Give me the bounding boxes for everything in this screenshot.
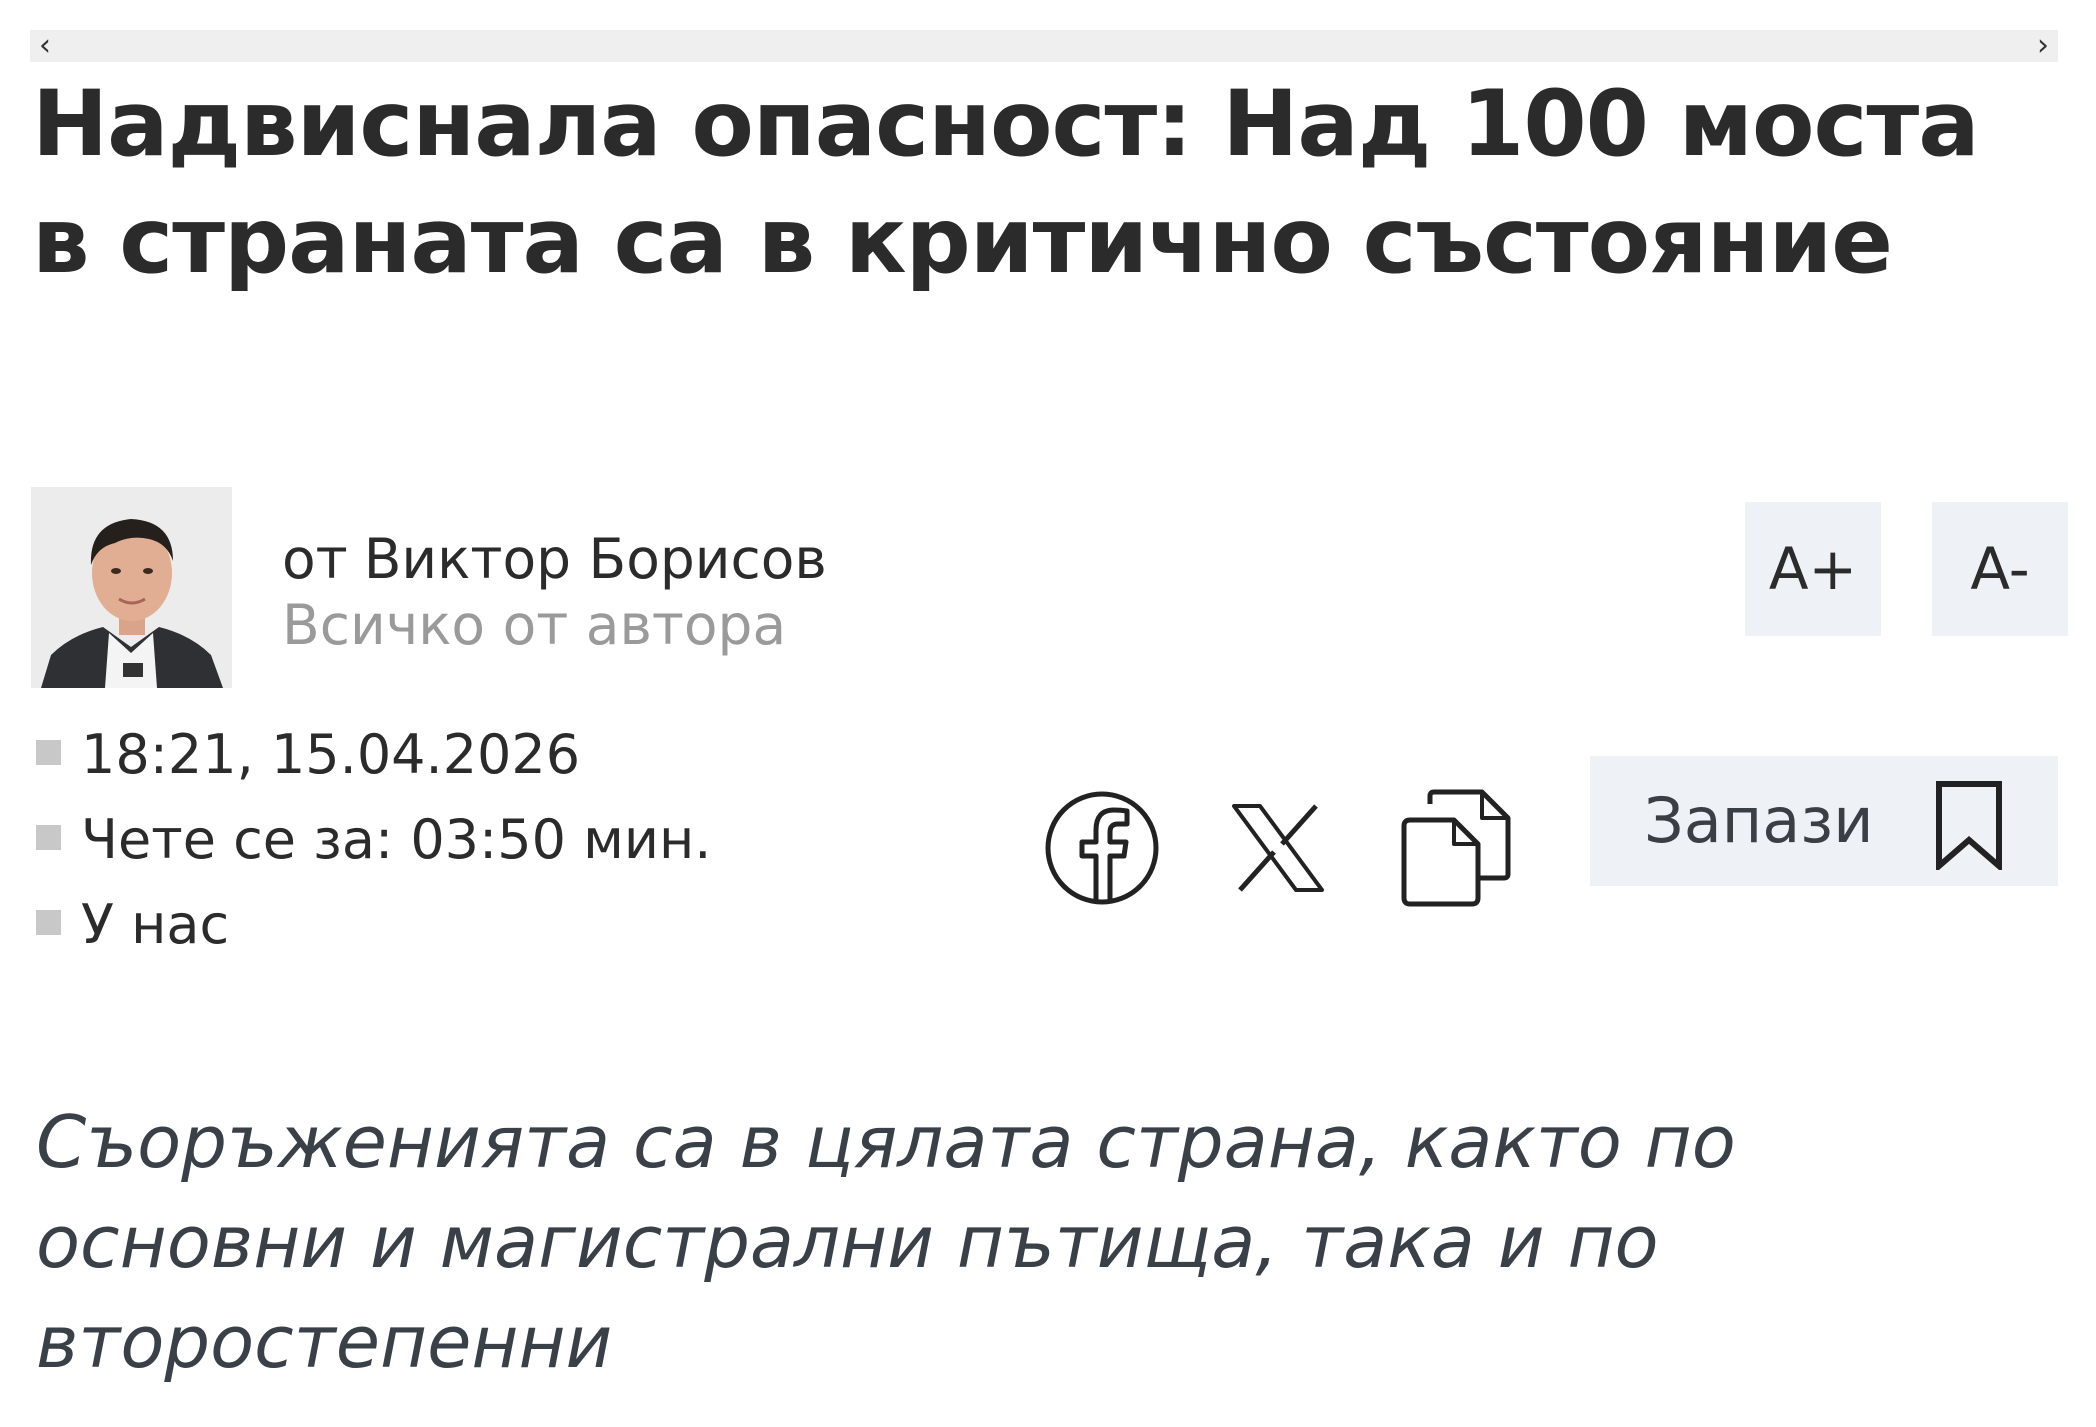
category-link[interactable]: У нас bbox=[81, 893, 229, 956]
font-decrease-button[interactable]: A- bbox=[1932, 502, 2068, 636]
bullet-square-icon bbox=[36, 824, 61, 850]
x-share-button[interactable] bbox=[1230, 800, 1326, 896]
top-horizontal-scroller[interactable]: ‹ › bbox=[30, 30, 2058, 62]
read-time: Чете се за: 03:50 мин. bbox=[81, 808, 712, 871]
facebook-icon bbox=[1045, 791, 1159, 905]
scroll-right-arrow-icon[interactable]: › bbox=[2028, 30, 2058, 62]
facebook-share-button[interactable] bbox=[1044, 790, 1160, 906]
article-page: ‹ › Надвиснала опасност: Над 100 моста в… bbox=[0, 0, 2096, 1427]
meta-category[interactable]: У нас bbox=[36, 882, 711, 967]
author-all-articles-link[interactable]: Всичко от автора bbox=[282, 592, 827, 658]
bullet-square-icon bbox=[36, 909, 61, 935]
author-name[interactable]: Виктор Борисов bbox=[364, 527, 827, 591]
x-icon bbox=[1232, 804, 1324, 892]
article-meta: 18:21, 15.04.2026 Чете се за: 03:50 мин.… bbox=[36, 712, 711, 967]
font-increase-button[interactable]: A+ bbox=[1745, 502, 1881, 636]
author-prefix: от bbox=[282, 527, 348, 591]
article-lead: Съоръженията са в цялата страна, както п… bbox=[36, 1100, 1736, 1384]
bullet-square-icon bbox=[36, 739, 61, 765]
copy-link-button[interactable] bbox=[1398, 788, 1512, 908]
meta-read-time: Чете се за: 03:50 мин. bbox=[36, 797, 711, 882]
save-article-button[interactable]: Запази bbox=[1590, 756, 2058, 886]
author-avatar[interactable] bbox=[31, 487, 232, 688]
author-photo bbox=[31, 487, 232, 688]
article-title: Надвиснала опасност: Над 100 моста в стр… bbox=[32, 72, 1980, 294]
publish-datetime: 18:21, 15.04.2026 bbox=[81, 723, 581, 786]
save-label: Запази bbox=[1644, 784, 1874, 857]
copy-icon bbox=[1401, 789, 1511, 907]
bookmark-icon bbox=[1936, 781, 2002, 870]
meta-datetime: 18:21, 15.04.2026 bbox=[36, 712, 711, 797]
scroll-left-arrow-icon[interactable]: ‹ bbox=[30, 30, 60, 62]
author-info: от Виктор Борисов Всичко от автора bbox=[282, 526, 827, 658]
author-byline: от Виктор Борисов bbox=[282, 526, 827, 592]
